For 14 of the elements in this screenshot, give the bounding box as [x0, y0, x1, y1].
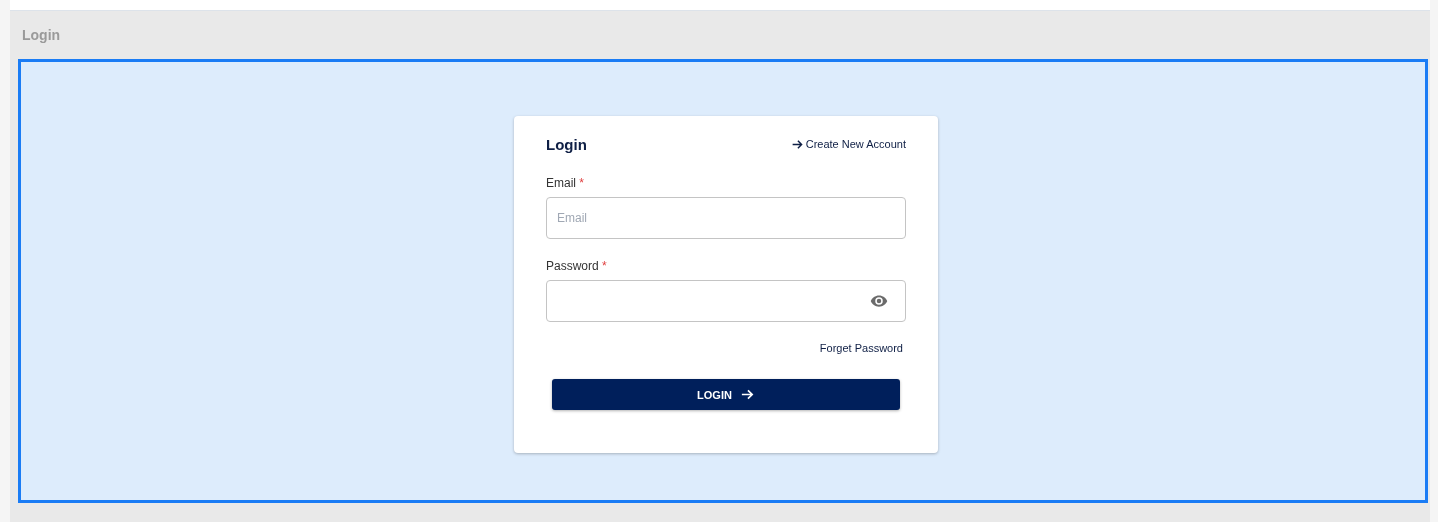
forgot-password-link[interactable]: Forget Password — [819, 342, 903, 354]
create-account-link[interactable]: Create New Account — [790, 137, 906, 151]
eye-icon[interactable] — [870, 292, 888, 310]
arrow-right-icon — [739, 387, 755, 402]
field-label: Email * — [546, 176, 586, 190]
email-field[interactable]: Email — [546, 197, 906, 239]
required-mark: * — [579, 176, 585, 190]
card-title: Login — [546, 135, 587, 153]
field-label: Password * — [546, 259, 608, 273]
arrow-right-icon — [790, 137, 804, 151]
required-mark: * — [602, 259, 607, 273]
password-field[interactable] — [546, 280, 906, 322]
login-button[interactable]: LOGIN — [552, 379, 900, 410]
panel-title: Login — [22, 27, 61, 43]
